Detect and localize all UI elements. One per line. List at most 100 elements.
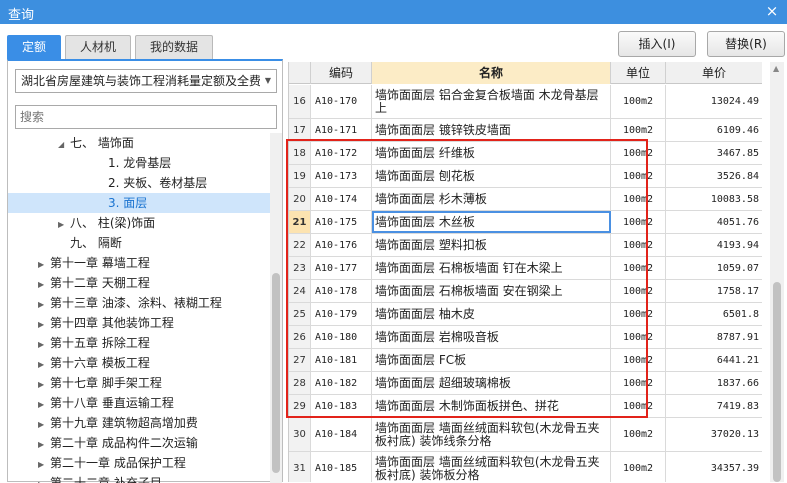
expand-icon[interactable]: ▶ — [38, 435, 50, 455]
insert-button[interactable]: 插入(I) — [618, 31, 696, 57]
row-index[interactable]: 17 — [289, 119, 311, 141]
tree-item[interactable]: ▶ 第十四章 其他装饰工程 — [8, 313, 270, 333]
name-cell[interactable]: 墙饰面面层 柚木皮 — [372, 303, 611, 325]
row-index[interactable]: 18 — [289, 142, 311, 164]
table-row[interactable]: 24 A10-178 墙饰面面层 石棉板墙面 安在钢梁上 100m2 1758.17 — [289, 280, 762, 303]
price-cell[interactable]: 4051.76 — [666, 211, 762, 233]
price-cell[interactable]: 4193.94 — [666, 234, 762, 256]
table-row[interactable]: 28 A10-182 墙饰面面层 超细玻璃棉板 100m2 1837.66 — [289, 372, 762, 395]
name-cell[interactable]: 墙饰面面层 超细玻璃棉板 — [372, 372, 611, 394]
code-cell[interactable]: A10-179 — [311, 303, 372, 325]
library-select[interactable]: 湖北省房屋建筑与装饰工程消耗量定额及全费月 ▼ — [15, 69, 277, 93]
code-cell[interactable]: A10-175 — [311, 211, 372, 233]
table-row[interactable]: 20 A10-174 墙饰面面层 杉木薄板 100m2 10083.58 — [289, 188, 762, 211]
name-cell[interactable]: 墙饰面面层 镀锌铁皮墙面 — [372, 119, 611, 141]
row-index[interactable]: 31 — [289, 452, 311, 482]
price-cell[interactable]: 1837.66 — [666, 372, 762, 394]
row-index[interactable]: 22 — [289, 234, 311, 256]
unit-cell[interactable]: 100m2 — [611, 349, 666, 371]
header-unit[interactable]: 单位 — [611, 62, 666, 84]
tree-item[interactable]: 2. 夹板、卷材基层 — [8, 173, 270, 193]
tree-item[interactable]: ▶ 第二十章 成品构件二次运输 — [8, 433, 270, 453]
expand-icon[interactable]: ▶ — [38, 295, 50, 315]
table-row[interactable]: 29 A10-183 墙饰面面层 木制饰面板拼色、拼花 100m2 7419.83 — [289, 395, 762, 418]
table-row[interactable]: 22 A10-176 墙饰面面层 塑料扣板 100m2 4193.94 — [289, 234, 762, 257]
table-row[interactable]: 19 A10-173 墙饰面面层 刨花板 100m2 3526.84 — [289, 165, 762, 188]
name-cell[interactable]: 墙饰面面层 塑料扣板 — [372, 234, 611, 256]
price-cell[interactable]: 1059.07 — [666, 257, 762, 279]
expand-icon[interactable]: ▶ — [58, 215, 70, 235]
name-cell[interactable]: 墙饰面面层 墙面丝绒面料软包(木龙骨五夹板衬底) 装饰板分格 — [372, 452, 611, 482]
price-cell[interactable]: 6501.8 — [666, 303, 762, 325]
name-cell[interactable]: 墙饰面面层 墙面丝绒面料软包(木龙骨五夹板衬底) 装饰线条分格 — [372, 418, 611, 451]
tree-item[interactable]: 3. 面层 — [8, 193, 270, 213]
row-index[interactable]: 28 — [289, 372, 311, 394]
expand-icon[interactable]: ▶ — [38, 255, 50, 275]
code-cell[interactable]: A10-177 — [311, 257, 372, 279]
unit-cell[interactable]: 100m2 — [611, 211, 666, 233]
code-cell[interactable]: A10-170 — [311, 85, 372, 118]
expand-icon[interactable]: ▶ — [38, 335, 50, 355]
price-cell[interactable]: 37020.13 — [666, 418, 762, 451]
name-cell[interactable]: 墙饰面面层 石棉板墙面 钉在木梁上 — [372, 257, 611, 279]
name-cell[interactable]: 墙饰面面层 纤维板 — [372, 142, 611, 164]
tree-item[interactable]: ▶ 第十二章 天棚工程 — [8, 273, 270, 293]
name-cell[interactable]: 墙饰面面层 杉木薄板 — [372, 188, 611, 210]
price-cell[interactable]: 10083.58 — [666, 188, 762, 210]
table-row[interactable]: 16 A10-170 墙饰面面层 铝合金复合板墙面 木龙骨基层上 100m2 13024… — [289, 85, 762, 119]
code-cell[interactable]: A10-182 — [311, 372, 372, 394]
tree-item[interactable]: ▶ 八、 柱(梁)饰面 — [8, 213, 270, 233]
chevron-down-icon[interactable]: ▼ — [260, 70, 276, 92]
unit-cell[interactable]: 100m2 — [611, 165, 666, 187]
unit-cell[interactable]: 100m2 — [611, 234, 666, 256]
table-scrollbar[interactable]: ▲ — [770, 62, 784, 482]
table-row[interactable]: 26 A10-180 墙饰面面层 岩棉吸音板 100m2 8787.91 — [289, 326, 762, 349]
tree-item[interactable]: ▶ 第十七章 脚手架工程 — [8, 373, 270, 393]
name-cell[interactable]: 墙饰面面层 刨花板 — [372, 165, 611, 187]
row-index[interactable]: 16 — [289, 85, 311, 118]
table-row[interactable]: 27 A10-181 墙饰面面层 FC板 100m2 6441.21 — [289, 349, 762, 372]
tree-item[interactable]: ▶ 第十五章 拆除工程 — [8, 333, 270, 353]
unit-cell[interactable]: 100m2 — [611, 85, 666, 118]
price-cell[interactable]: 3526.84 — [666, 165, 762, 187]
scrollbar-thumb[interactable] — [773, 282, 781, 482]
row-index[interactable]: 29 — [289, 395, 311, 417]
row-index[interactable]: 25 — [289, 303, 311, 325]
unit-cell[interactable]: 100m2 — [611, 372, 666, 394]
expand-icon[interactable]: ▶ — [38, 375, 50, 395]
price-cell[interactable]: 3467.85 — [666, 142, 762, 164]
code-cell[interactable]: A10-184 — [311, 418, 372, 451]
tab-my-data[interactable]: 我的数据 — [135, 35, 214, 59]
scroll-up-icon[interactable]: ▲ — [773, 64, 779, 73]
close-icon[interactable]: × — [763, 2, 781, 20]
collapse-icon[interactable]: ◢ — [58, 135, 70, 155]
row-index[interactable]: 24 — [289, 280, 311, 302]
scrollbar-thumb[interactable] — [272, 273, 280, 473]
unit-cell[interactable]: 100m2 — [611, 280, 666, 302]
header-price[interactable]: 单价 — [666, 62, 762, 84]
search-input[interactable] — [15, 105, 277, 129]
code-cell[interactable]: A10-171 — [311, 119, 372, 141]
tree-item[interactable]: ▶ 第十九章 建筑物超高增加费 — [8, 413, 270, 433]
name-cell[interactable]: 墙饰面面层 木丝板 — [372, 211, 611, 233]
row-index[interactable]: 21 — [289, 211, 311, 233]
code-cell[interactable]: A10-181 — [311, 349, 372, 371]
name-cell[interactable]: 墙饰面面层 石棉板墙面 安在钢梁上 — [372, 280, 611, 302]
unit-cell[interactable]: 100m2 — [611, 188, 666, 210]
tree-item[interactable]: ▶ 第十八章 垂直运输工程 — [8, 393, 270, 413]
tree-item[interactable]: 1. 龙骨基层 — [8, 153, 270, 173]
tab-quota[interactable]: 定额 — [7, 35, 62, 59]
table-row[interactable]: 17 A10-171 墙饰面面层 镀锌铁皮墙面 100m2 6109.46 — [289, 119, 762, 142]
expand-icon[interactable]: ▶ — [38, 395, 50, 415]
unit-cell[interactable]: 100m2 — [611, 395, 666, 417]
row-index[interactable]: 26 — [289, 326, 311, 348]
table-row[interactable]: 23 A10-177 墙饰面面层 石棉板墙面 钉在木梁上 100m2 1059.07 — [289, 257, 762, 280]
unit-cell[interactable]: 100m2 — [611, 452, 666, 482]
code-cell[interactable]: A10-183 — [311, 395, 372, 417]
row-index[interactable]: 27 — [289, 349, 311, 371]
tree-item[interactable]: ▶ 第十一章 幕墙工程 — [8, 253, 270, 273]
row-index[interactable]: 30 — [289, 418, 311, 451]
unit-cell[interactable]: 100m2 — [611, 257, 666, 279]
code-cell[interactable]: A10-178 — [311, 280, 372, 302]
table-row[interactable]: 18 A10-172 墙饰面面层 纤维板 100m2 3467.85 — [289, 142, 762, 165]
